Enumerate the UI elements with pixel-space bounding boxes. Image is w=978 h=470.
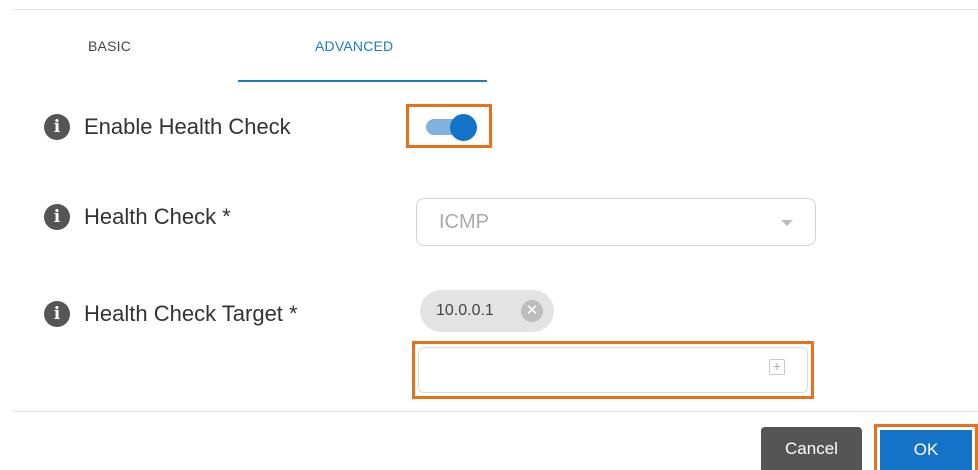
ok-button-highlight: OK (874, 424, 978, 470)
ok-button[interactable]: OK (880, 430, 972, 470)
target-chip-label: 10.0.0.1 (436, 302, 494, 319)
health-check-label: Health Check * (84, 204, 231, 229)
toggle-knob (450, 114, 477, 141)
top-divider (12, 9, 978, 10)
cancel-button[interactable]: Cancel (761, 427, 862, 470)
health-check-select[interactable]: ICMP (416, 198, 816, 246)
health-check-selected-value: ICMP (439, 211, 489, 233)
target-chip: 10.0.0.1 ✕ (420, 290, 554, 332)
enable-health-check-toggle[interactable] (406, 104, 492, 148)
active-tab-indicator (238, 80, 487, 82)
remove-chip-icon[interactable]: ✕ (521, 300, 543, 322)
tab-advanced[interactable]: ADVANCED (315, 38, 393, 54)
add-icon[interactable]: + (769, 359, 785, 375)
health-check-target-label: Health Check Target * (84, 301, 298, 326)
info-icon[interactable]: i (44, 301, 70, 327)
health-check-target-input-highlight: + (412, 341, 814, 399)
footer-divider (12, 411, 978, 412)
health-check-target-input[interactable] (418, 347, 808, 393)
chevron-down-icon (781, 220, 793, 226)
enable-health-check-row: i Enable Health Check (44, 114, 291, 140)
enable-health-check-label: Enable Health Check (84, 114, 291, 139)
tab-basic[interactable]: BASIC (88, 38, 131, 54)
health-check-row: i Health Check * (44, 204, 231, 230)
health-check-target-row: i Health Check Target * (44, 301, 298, 327)
info-icon[interactable]: i (44, 114, 70, 140)
info-icon[interactable]: i (44, 204, 70, 230)
